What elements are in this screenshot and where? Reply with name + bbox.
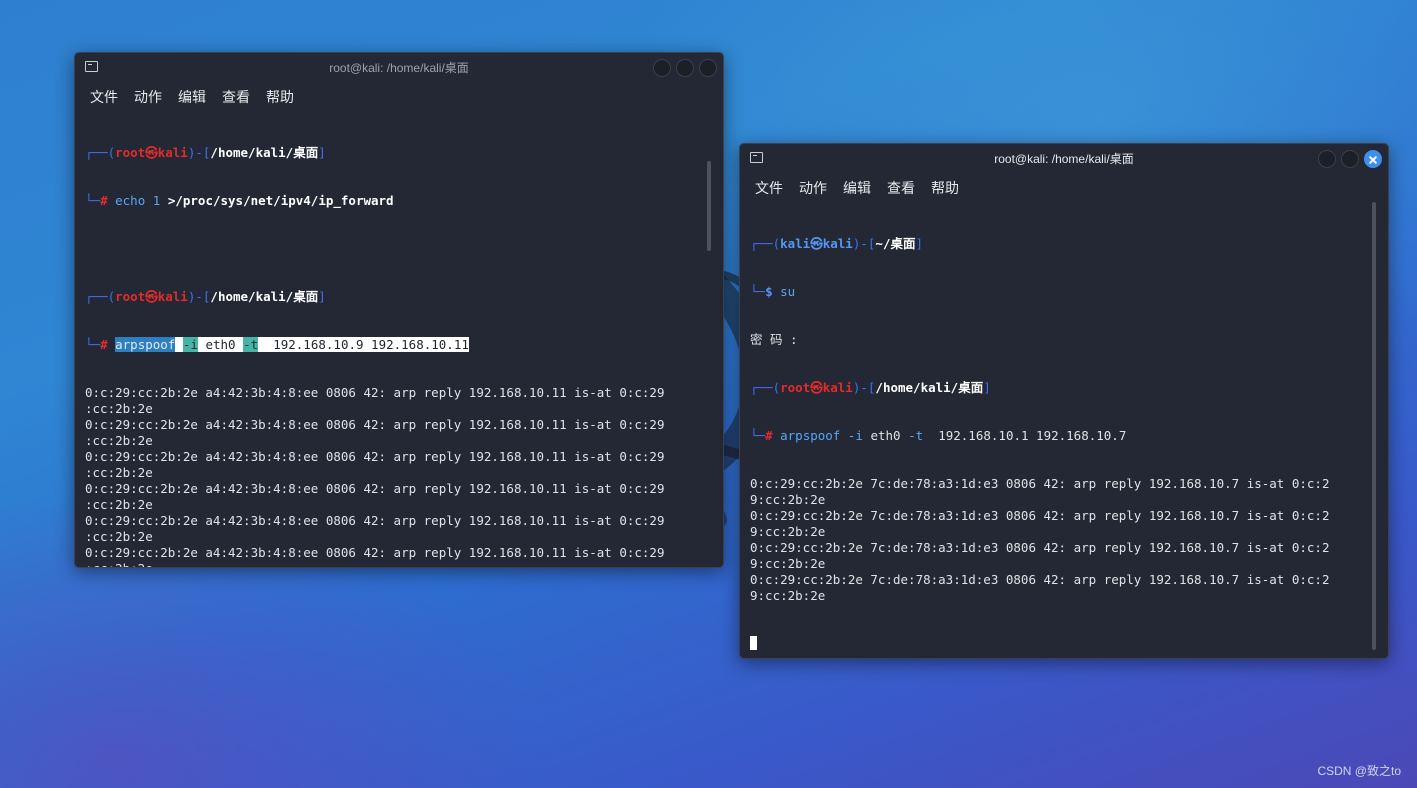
close-button[interactable]: [1364, 150, 1382, 168]
command-line: └─# arpspoof -i eth0 -t 192.168.10.9 192…: [85, 337, 469, 352]
output-line: 0:c:29:cc:2b:2e a4:42:3b:4:8:ee 0806 42:…: [85, 545, 665, 560]
menu-edit[interactable]: 编辑: [172, 87, 212, 107]
output-line: :cc:2b:2e: [85, 401, 153, 416]
scrollbar[interactable]: [707, 161, 711, 251]
prompt-line: ┌──(root㉿kali)-[/home/kali/桌面]: [85, 145, 326, 160]
menu-action[interactable]: 动作: [793, 178, 833, 198]
output-line: 0:c:29:cc:2b:2e 7c:de:78:a3:1d:e3 0806 4…: [750, 540, 1330, 555]
prompt-line: ┌──(kali㉿kali)-[~/桌面]: [750, 236, 924, 251]
password-prompt: 密 码 :: [750, 332, 798, 347]
minimize-button[interactable]: [653, 59, 671, 77]
window-title: root@kali: /home/kali/桌面: [329, 61, 469, 75]
output-line: :cc:2b:2e: [85, 497, 153, 512]
output-line: 0:c:29:cc:2b:2e 7c:de:78:a3:1d:e3 0806 4…: [750, 572, 1330, 587]
minimize-button[interactable]: [1318, 150, 1336, 168]
terminal-output[interactable]: ┌──(root㉿kali)-[/home/kali/桌面] └─# echo …: [85, 113, 665, 567]
command-line: └─# arpspoof -i eth0 -t 192.168.10.1 192…: [750, 428, 1127, 443]
output-line: 9:cc:2b:2e: [750, 588, 826, 603]
watermark: CSDN @致之to: [1317, 764, 1401, 778]
maximize-button[interactable]: [1341, 150, 1359, 168]
prompt-line: ┌──(root㉿kali)-[/home/kali/桌面]: [85, 289, 326, 304]
output-line: 0:c:29:cc:2b:2e 7c:de:78:a3:1d:e3 0806 4…: [750, 476, 1330, 491]
window-title: root@kali: /home/kali/桌面: [994, 152, 1134, 166]
menu-view[interactable]: 查看: [881, 178, 921, 198]
output-line: 0:c:29:cc:2b:2e 7c:de:78:a3:1d:e3 0806 4…: [750, 508, 1330, 523]
title-bar[interactable]: root@kali: /home/kali/桌面: [75, 53, 723, 83]
menu-view[interactable]: 查看: [216, 87, 256, 107]
maximize-button[interactable]: [676, 59, 694, 77]
menu-file[interactable]: 文件: [84, 87, 124, 107]
arp-output: 0:c:29:cc:2b:2e 7c:de:78:a3:1d:e3 0806 4…: [750, 476, 1329, 604]
output-line: 9:cc:2b:2e: [750, 524, 826, 539]
output-line: 9:cc:2b:2e: [750, 556, 826, 571]
command-line: └─# echo 1 >/proc/sys/net/ipv4/ip_forwar…: [85, 193, 394, 208]
close-button[interactable]: [699, 59, 717, 77]
output-line: :cc:2b:2e: [85, 561, 664, 567]
prompt-line: ┌──(root㉿kali)-[/home/kali/桌面]: [750, 380, 991, 395]
scrollbar[interactable]: [1372, 202, 1376, 650]
menu-bar: 文件 动作 编辑 查看 帮助: [75, 83, 723, 111]
output-line: 0:c:29:cc:2b:2e a4:42:3b:4:8:ee 0806 42:…: [85, 417, 665, 432]
menu-file[interactable]: 文件: [749, 178, 789, 198]
command-line: └─$ su: [750, 284, 796, 299]
cursor-line: [750, 636, 1329, 652]
menu-help[interactable]: 帮助: [260, 87, 300, 107]
menu-help[interactable]: 帮助: [925, 178, 965, 198]
terminal-output[interactable]: ┌──(kali㉿kali)-[~/桌面] └─$ su 密 码 : ┌──(r…: [750, 204, 1329, 658]
arp-output: 0:c:29:cc:2b:2e a4:42:3b:4:8:ee 0806 42:…: [85, 385, 665, 567]
menu-bar: 文件 动作 编辑 查看 帮助: [740, 174, 1388, 202]
output-line: 9:cc:2b:2e: [750, 492, 826, 507]
output-line: :cc:2b:2e: [85, 433, 153, 448]
title-bar[interactable]: root@kali: /home/kali/桌面: [740, 144, 1388, 174]
menu-action[interactable]: 动作: [128, 87, 168, 107]
menu-edit[interactable]: 编辑: [837, 178, 877, 198]
output-line: 0:c:29:cc:2b:2e a4:42:3b:4:8:ee 0806 42:…: [85, 481, 665, 496]
output-line: 0:c:29:cc:2b:2e a4:42:3b:4:8:ee 0806 42:…: [85, 385, 665, 400]
text-cursor: [750, 636, 757, 650]
output-line: 0:c:29:cc:2b:2e a4:42:3b:4:8:ee 0806 42:…: [85, 449, 665, 464]
output-line: 0:c:29:cc:2b:2e a4:42:3b:4:8:ee 0806 42:…: [85, 513, 665, 528]
terminal-window-left[interactable]: root@kali: /home/kali/桌面 文件 动作 编辑 查看 帮助 …: [74, 52, 724, 568]
output-line: :cc:2b:2e: [85, 465, 153, 480]
output-line: :cc:2b:2e: [85, 529, 153, 544]
terminal-window-right[interactable]: root@kali: /home/kali/桌面 文件 动作 编辑 查看 帮助 …: [739, 143, 1389, 659]
